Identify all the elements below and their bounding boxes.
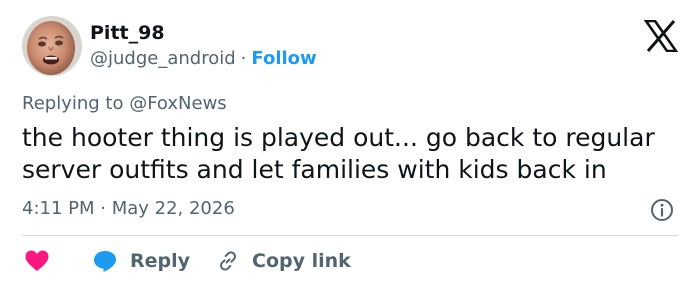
link-icon xyxy=(220,251,236,271)
action-bar: Reply Copy link xyxy=(22,246,682,276)
copy-link-button[interactable]: Copy link xyxy=(216,246,351,276)
copy-link-label: Copy link xyxy=(252,250,351,272)
avatar[interactable] xyxy=(22,16,82,76)
follow-button[interactable]: Follow xyxy=(251,48,316,69)
meta-separator: · xyxy=(240,48,247,69)
reply-mention[interactable]: @FoxNews xyxy=(129,93,226,114)
reply-context: Replying to @FoxNews xyxy=(22,93,227,114)
tweet-card: Pitt_98 @judge_android · Follow Replying t… xyxy=(0,0,700,287)
tweet-timestamp[interactable]: 4:11 PM · May 22, 2026 xyxy=(22,198,235,219)
heart-icon xyxy=(25,250,49,271)
avatar-photo xyxy=(22,16,82,76)
reply-button[interactable]: Reply xyxy=(92,246,190,276)
author-name[interactable]: Pitt_98 xyxy=(90,22,165,44)
info-icon[interactable] xyxy=(650,198,674,222)
tweet-text: the hooter thing is played out... go bac… xyxy=(22,123,655,184)
author-meta: @judge_android · Follow xyxy=(90,48,317,69)
reply-label: Reply xyxy=(130,250,191,272)
reply-prefix: Replying to xyxy=(22,93,124,114)
x-logo-icon[interactable] xyxy=(643,19,679,53)
like-button[interactable] xyxy=(24,246,50,276)
chat-bubble-icon xyxy=(94,251,116,272)
author-handle[interactable]: @judge_android xyxy=(90,48,236,69)
divider xyxy=(22,235,678,236)
